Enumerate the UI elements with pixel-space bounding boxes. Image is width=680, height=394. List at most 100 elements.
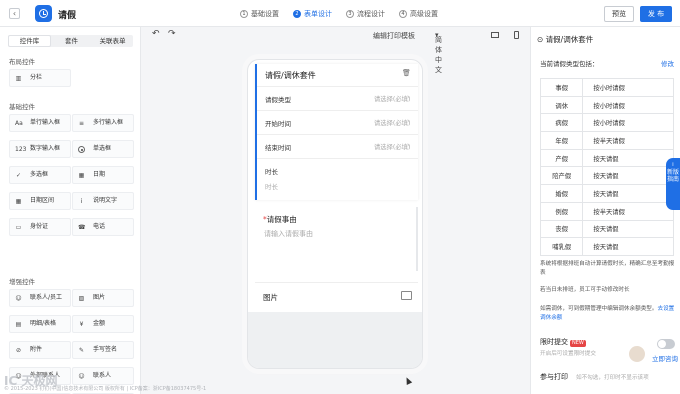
limit-submit-hint: 开启后可设置限时提交 — [540, 351, 596, 357]
control-basic-8[interactable]: ▭ 身份证 — [9, 218, 71, 236]
control-icon: Aa — [15, 120, 23, 127]
control-library-panel: 控件库 套件 关联表单 布局控件 基础控件 增强控件 ▥ 分栏 Aa 单行输入框 ≡ 多行… — [0, 27, 141, 394]
limit-submit-label: 限时提交 NEW — [540, 338, 586, 347]
step-advanced-settings[interactable]: 4 高级设置 — [399, 9, 438, 19]
leave-type-row: 丧假 按天请假 — [539, 219, 674, 239]
new-guide-tab[interactable]: i 新版指南 — [666, 158, 680, 210]
limit-submit-toggle[interactable] — [657, 339, 675, 349]
control-enhanced-0[interactable]: ☺ 联系人/员工 — [9, 289, 71, 307]
control-icon: i — [80, 198, 83, 205]
note-auto-calc: 系统将根据排班自动计算请假时长，精确汇总至考勤报表 — [540, 261, 675, 276]
watermark: IC 天极网 © 2015-2023 钉钉(中国)信息技术有限公司 版权所有 |… — [4, 374, 207, 392]
print-label: 参与打印 — [540, 373, 568, 381]
field-duration[interactable]: 时长 时长 — [257, 158, 418, 198]
leave-type-row: 哺乳假 按天请假 — [539, 237, 674, 256]
leave-kit-block[interactable]: 请假/调休套件 🗑 请假类型 请选择(必填) › 开始时间 请选择(必填) › 结束时间… — [255, 64, 418, 200]
control-enhanced-4[interactable]: ⊘ 附件 — [9, 341, 71, 359]
desktop-view-icon[interactable] — [491, 32, 499, 38]
chevron-right-icon: › — [407, 141, 410, 149]
control-basic-9[interactable]: ☎ 电话 — [72, 218, 134, 236]
top-bar: ‹ 请假 1 基础设置 2 表单设计 3 流程设计 4 高级设置 预览 发 布 — [0, 0, 680, 27]
phone-preview: 请假/调休套件 🗑 请假类型 请选择(必填) › 开始时间 请选择(必填) › 结束时间… — [247, 59, 423, 369]
image-icon — [401, 291, 412, 300]
publish-button[interactable]: 发 布 — [640, 6, 672, 22]
mobile-view-icon[interactable] — [514, 31, 519, 39]
leave-type-row: 事假 按小时请假 — [539, 78, 674, 97]
redo-icon[interactable]: ↷ — [168, 29, 176, 39]
form-canvas: ↶ ↷ 编辑打印模板 简体中文 ▾ 请假/调休套件 🗑 请假类型 请选择(必填) ›… — [141, 27, 530, 394]
kit-title: 请假/调休套件 — [265, 71, 316, 80]
control-icon: ▥ — [15, 75, 22, 82]
section-layout: 布局控件 — [9, 58, 35, 66]
control-basic-2[interactable]: 123 数字输入框 — [9, 140, 71, 158]
control-enhanced-5[interactable]: ✎ 手写签名 — [72, 341, 134, 359]
field-start-time[interactable]: 开始时间 请选择(必填) › — [257, 110, 418, 134]
undo-icon[interactable]: ↶ — [152, 29, 160, 39]
tab-linked-forms[interactable]: 关联表单 — [92, 35, 133, 47]
step-nav: 1 基础设置 2 表单设计 3 流程设计 4 高级设置 — [240, 9, 438, 19]
tab-kits[interactable]: 套件 — [51, 35, 92, 47]
back-button[interactable]: ‹ — [9, 8, 20, 19]
duration-placeholder: 时长 — [265, 183, 278, 191]
reason-placeholder: 请输入请假事由 — [264, 230, 313, 238]
consult-now-link[interactable]: 立即咨询 — [652, 353, 678, 363]
control-enhanced-3[interactable]: ¥ 金额 — [72, 315, 134, 333]
support-avatar[interactable] — [628, 345, 646, 363]
properties-panel: ⊙ 请假/调休套件 当前请假类型包括： 修改 事假 按小时请假 调休 按小时请假 病假按… — [530, 27, 680, 394]
step-form-design[interactable]: 2 表单设计 — [293, 9, 332, 19]
control-icon: ☺ — [15, 295, 22, 302]
control-basic-0[interactable]: Aa 单行输入框 — [9, 114, 71, 132]
leave-type-row: 调休 按小时请假 — [539, 95, 674, 115]
chevron-right-icon: › — [407, 93, 410, 101]
leave-type-row: 年假 按半天请假 — [539, 131, 674, 150]
control-icon: ▭ — [15, 224, 22, 231]
control-icon: ⊘ — [15, 347, 22, 354]
tab-controls[interactable]: 控件库 — [8, 35, 51, 47]
field-picture[interactable]: 图片 — [255, 282, 418, 308]
control-icon: ¥ — [79, 321, 84, 328]
section-enhanced: 增强控件 — [9, 278, 35, 286]
leave-type-row: 例假 按半天请假 — [539, 201, 674, 221]
leave-type-row: 产假 按天请假 — [539, 148, 674, 168]
control-basic-7[interactable]: i 说明文字 — [72, 192, 134, 210]
step-basic-settings[interactable]: 1 基础设置 — [240, 9, 279, 19]
preview-button[interactable]: 预览 — [604, 6, 634, 22]
control-enhanced-1[interactable]: ▨ 图片 — [72, 289, 134, 307]
field-leave-reason[interactable]: *请假事由 请输入请假事由 — [255, 207, 418, 271]
leave-types-table: 事假 按小时请假 调休 按小时请假 病假 按小时请假 年假 按半天请假 产假 按天请假 陪产假 按天请… — [539, 78, 674, 256]
edit-leave-types-link[interactable]: 修改 — [661, 58, 674, 68]
app-title: 请假 — [58, 11, 77, 21]
control-basic-3[interactable]: 单选框 — [72, 140, 134, 158]
control-icon: ▨ — [78, 295, 85, 302]
section-basic: 基础控件 — [9, 103, 35, 111]
control-basic-4[interactable]: ✓ 多选框 — [9, 166, 71, 184]
leave-type-row: 婚假 按天请假 — [539, 184, 674, 203]
control-enhanced-2[interactable]: ▤ 明细/表格 — [9, 315, 71, 333]
control-basic-6[interactable]: ▦ 日期区间 — [9, 192, 71, 210]
control-icon: ✎ — [78, 347, 85, 354]
library-tabs: 控件库 套件 关联表单 — [8, 35, 133, 47]
control-icon: ✓ — [15, 172, 22, 179]
control-icon: ☎ — [78, 224, 86, 231]
language-select[interactable]: 简体中文 ▾ — [435, 31, 442, 74]
control-icon: 123 — [15, 146, 27, 153]
new-badge: NEW — [570, 340, 586, 347]
edit-print-template-link[interactable]: 编辑打印模板 — [373, 31, 415, 41]
leave-type-row: 陪产假 按天请假 — [539, 166, 674, 186]
canvas-toolbar: ↶ ↷ 编辑打印模板 简体中文 ▾ — [141, 27, 530, 74]
step-flow-design[interactable]: 3 流程设计 — [346, 9, 385, 19]
control-basic-5[interactable]: ▦ 日期 — [72, 166, 134, 184]
leave-types-subtitle: 当前请假类型包括： — [540, 60, 599, 68]
control-columns[interactable]: ▥ 分栏 — [9, 69, 71, 87]
trash-icon[interactable]: 🗑 — [402, 69, 411, 78]
field-leave-type[interactable]: 请假类型 请选择(必填) › — [257, 86, 418, 110]
control-basic-1[interactable]: ≡ 多行输入框 — [72, 114, 134, 132]
control-icon — [78, 146, 85, 153]
note-manual-edit: 若当日未排班，员工可手动修改时长 — [540, 287, 630, 293]
control-icon: ▦ — [15, 198, 22, 205]
properties-title: ⊙ 请假/调休套件 — [537, 35, 594, 44]
field-end-time[interactable]: 结束时间 请选择(必填) › — [257, 134, 418, 158]
print-hint: 如不勾选，打印时不显示该项 — [576, 375, 649, 381]
control-icon: ▤ — [15, 321, 22, 328]
app-logo-icon — [35, 5, 52, 22]
